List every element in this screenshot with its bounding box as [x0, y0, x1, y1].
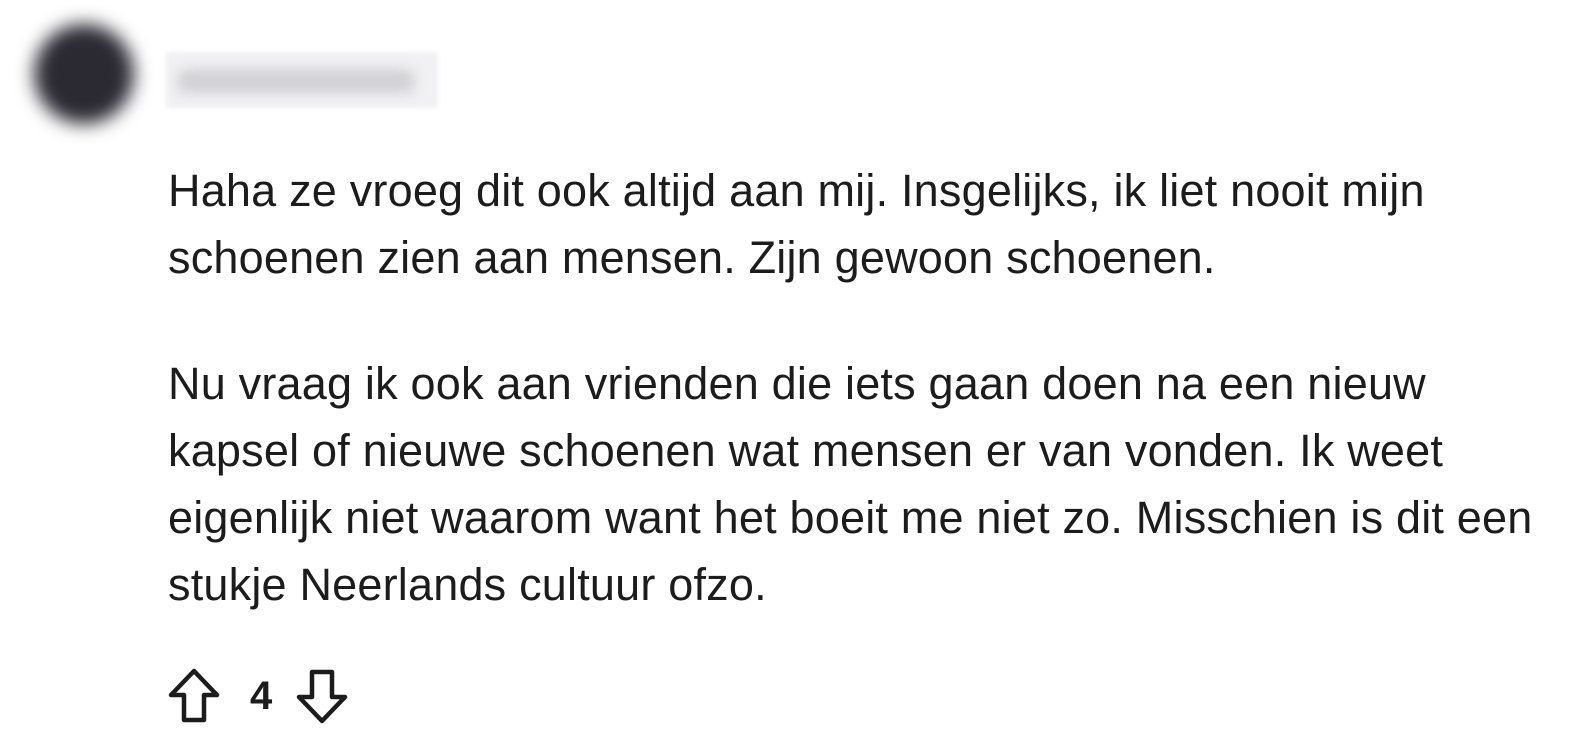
upvote-button[interactable]	[166, 666, 222, 726]
comment-paragraph-1: Haha ze vroeg dit ook altijd aan mij. In…	[168, 165, 1425, 283]
downvote-button[interactable]	[294, 666, 350, 726]
avatar[interactable]	[30, 16, 136, 148]
avatar-image	[34, 24, 134, 124]
arrow-down-outline-icon	[297, 669, 348, 724]
comment: Haha ze vroeg dit ook altijd aan mij. In…	[0, 0, 1582, 748]
author-name-blur	[178, 70, 414, 92]
vote-score: 4	[250, 674, 273, 718]
comment-actions: 4	[166, 664, 350, 728]
comment-paragraph-2: Nu vraag ik ook aan vrienden die iets ga…	[168, 358, 1533, 610]
arrow-up-outline-icon	[168, 668, 220, 723]
author-name-redacted[interactable]	[166, 52, 438, 108]
comment-body: Haha ze vroeg dit ook altijd aan mij. In…	[168, 157, 1568, 618]
